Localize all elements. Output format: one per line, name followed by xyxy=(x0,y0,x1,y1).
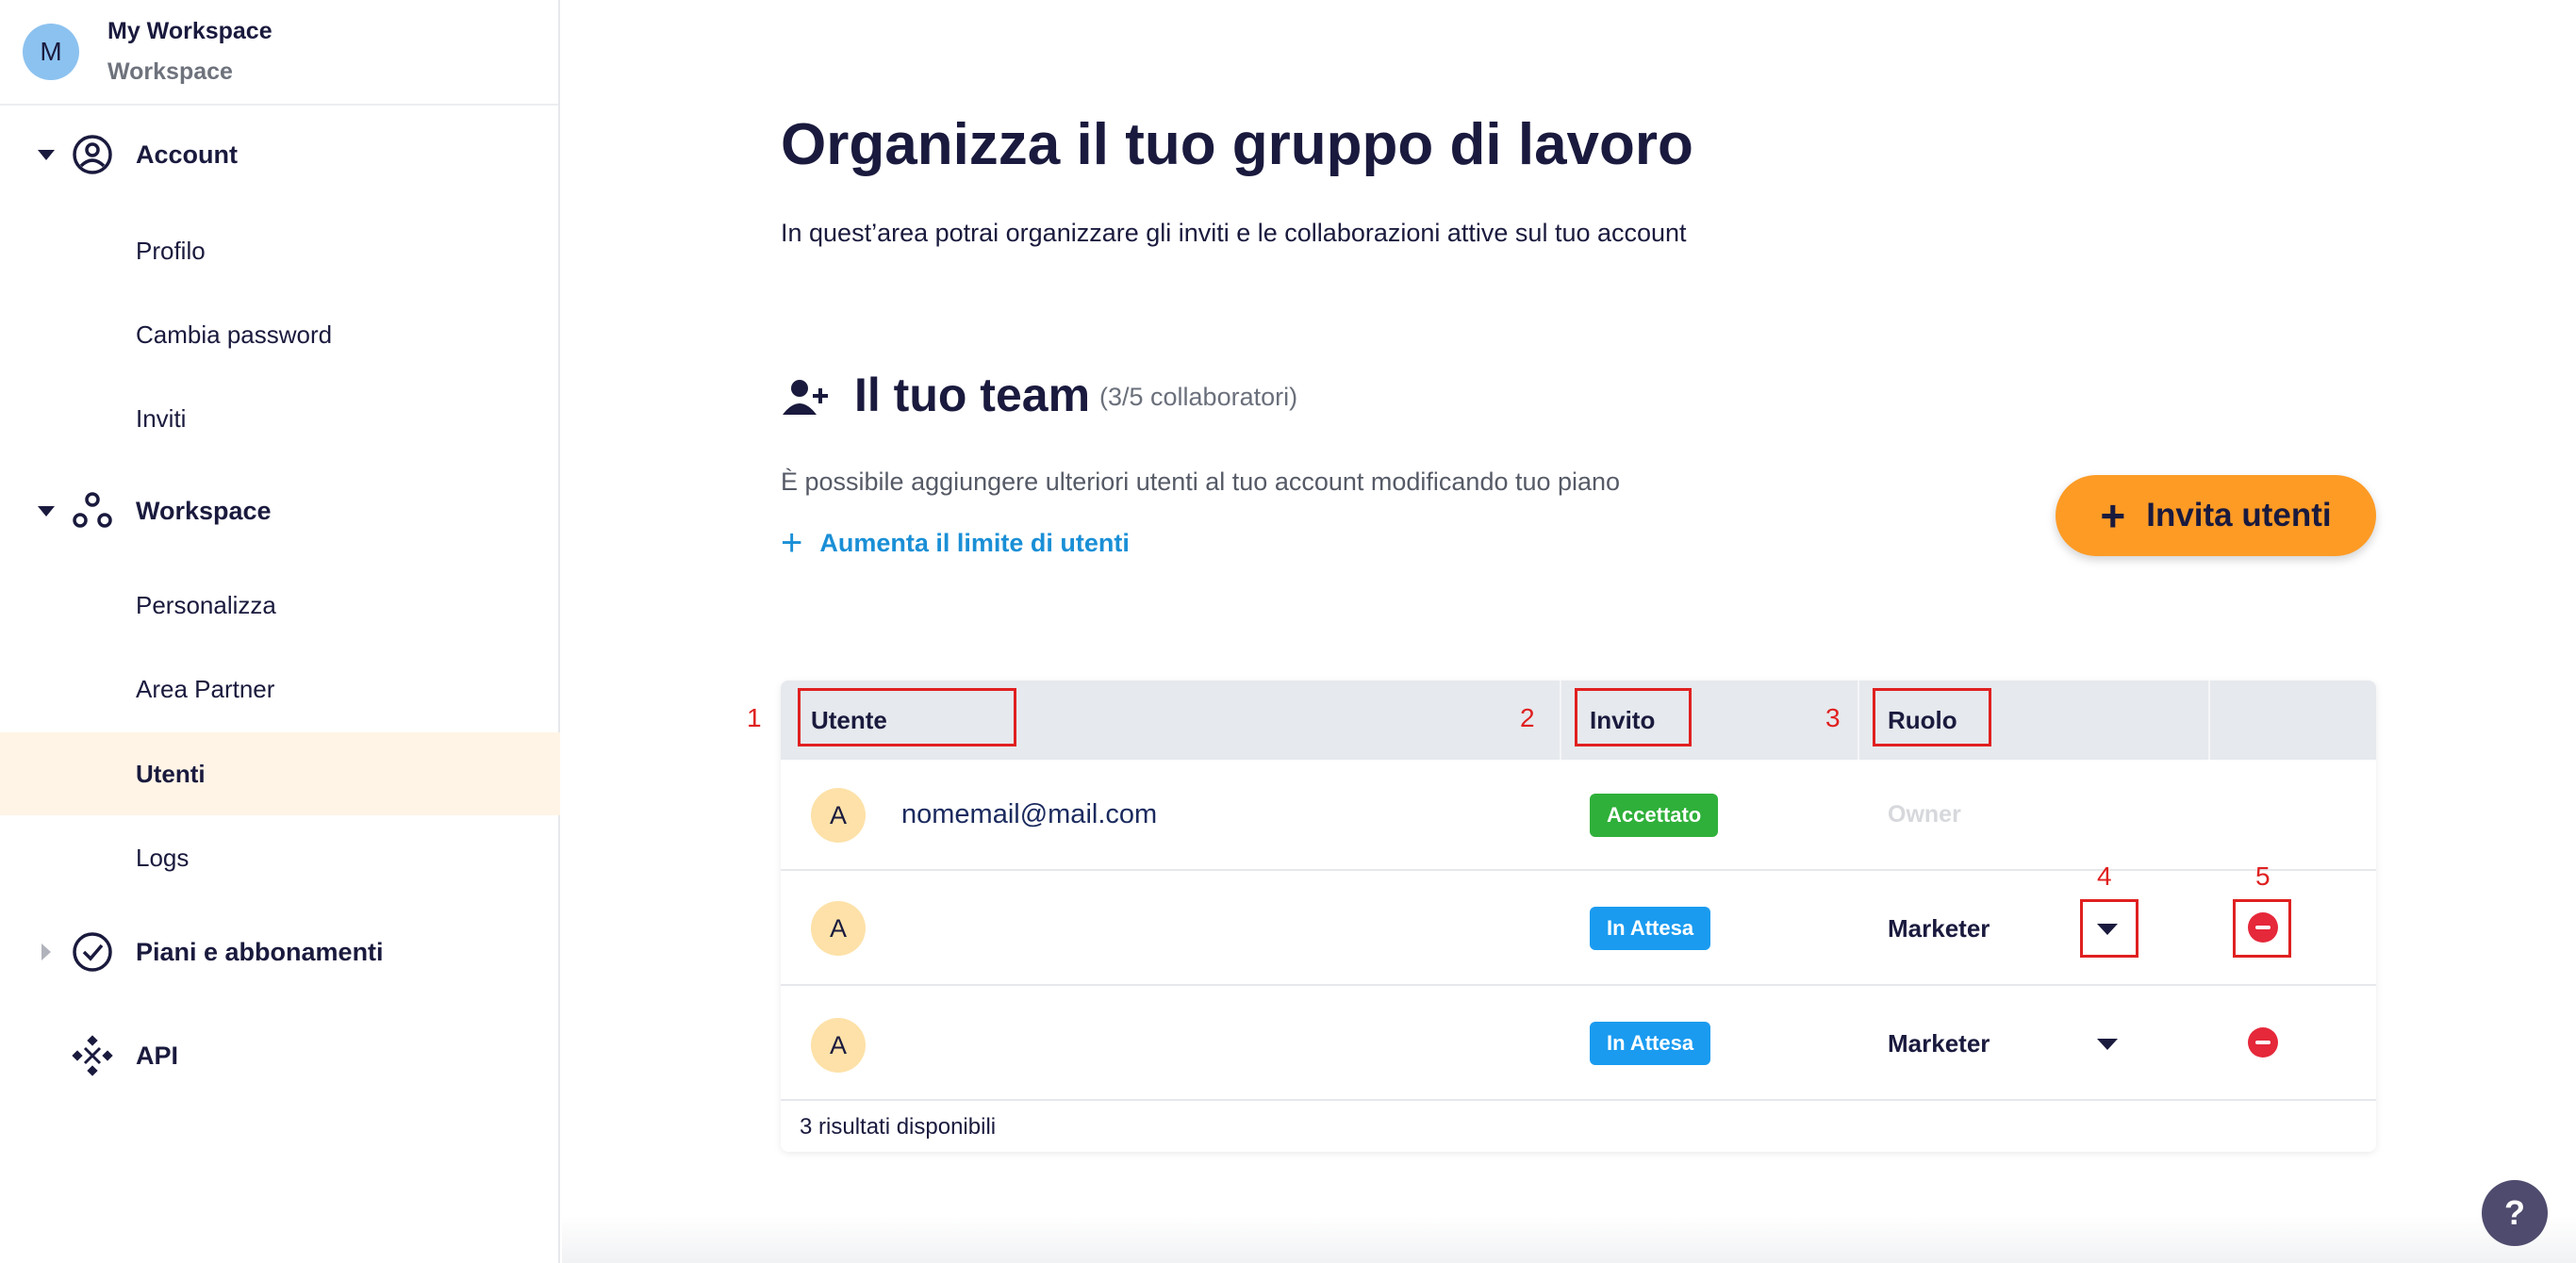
workspace-avatar: M xyxy=(23,24,79,80)
role-label: Owner xyxy=(1888,801,1961,828)
nav-item-label: Profilo xyxy=(136,236,206,265)
check-circle-icon xyxy=(73,932,112,972)
main-content: Organizza il tuo gruppo di lavoro In que… xyxy=(562,0,2576,1263)
invite-users-label: Invita utenti xyxy=(2146,497,2332,533)
add-user-icon xyxy=(783,380,828,415)
invite-users-button[interactable]: + Invita utenti xyxy=(2056,475,2376,556)
results-count: 3 risultati disponibili xyxy=(800,1114,997,1140)
annotation-box-remove xyxy=(2233,899,2291,958)
annotation-box-role xyxy=(1873,688,1991,746)
nav-item-label: Cambia password xyxy=(136,320,333,349)
user-circle-icon xyxy=(73,135,112,174)
avatar: A xyxy=(811,901,866,956)
page-title: Organizza il tuo gruppo di lavoro xyxy=(781,112,1693,177)
status-badge: Accettato xyxy=(1590,794,1719,837)
team-hint: È possibile aggiungere ulteriori utenti … xyxy=(781,467,1621,496)
annotation-marker-5: 5 xyxy=(2255,861,2271,891)
user-email: nomemail@mail.com xyxy=(901,799,1158,829)
help-button[interactable]: ? xyxy=(2482,1180,2548,1246)
nav-group-plans[interactable]: Piani e abbonamenti xyxy=(0,914,560,990)
page-description: In quest’area potrai organizzare gli inv… xyxy=(781,219,1687,247)
nav-item-personalizza[interactable]: Personalizza xyxy=(0,564,560,647)
nav-item-label: Area Partner xyxy=(136,674,275,703)
nav-item-label: Inviti xyxy=(136,403,187,433)
workspace-name: My Workspace xyxy=(107,18,272,44)
nav-group-account[interactable]: Account xyxy=(0,117,560,192)
nav-item-utenti[interactable]: Utenti xyxy=(0,732,560,815)
annotation-box-user xyxy=(798,688,1016,746)
team-title: Il tuo team xyxy=(854,369,1091,421)
nav-label-api: API xyxy=(136,1041,179,1070)
nav-group-api[interactable]: API xyxy=(0,1018,560,1093)
caret-right-icon xyxy=(41,943,51,960)
nav-item-cambia-password[interactable]: Cambia password xyxy=(0,293,560,376)
avatar: A xyxy=(811,1018,866,1073)
chevron-down-icon[interactable] xyxy=(2097,1039,2118,1050)
role-select[interactable]: Marketer xyxy=(1888,1029,1990,1058)
nav-item-inviti[interactable]: Inviti xyxy=(0,377,560,460)
nav-item-label: Personalizza xyxy=(136,590,276,619)
workspace-type: Workspace xyxy=(107,58,233,85)
remove-user-icon[interactable] xyxy=(2248,1027,2278,1058)
nav-item-profilo[interactable]: Profilo xyxy=(0,209,560,292)
annotation-box-role-dropdown xyxy=(2080,899,2138,958)
table-row: A In Attesa Marketer 4 5 xyxy=(781,861,2376,986)
nav-item-label: Utenti xyxy=(136,759,206,788)
nav-item-area-partner[interactable]: Area Partner xyxy=(0,648,560,730)
plus-icon: + xyxy=(2100,491,2126,540)
role-select[interactable]: Marketer xyxy=(1888,914,1990,943)
annotation-marker-1: 1 xyxy=(747,703,762,732)
annotation-marker-3: 3 xyxy=(1825,703,1841,732)
status-badge: In Attesa xyxy=(1590,1022,1711,1065)
nav-label-plans: Piani e abbonamenti xyxy=(136,937,384,966)
team-count: (3/5 collaboratori) xyxy=(1099,383,1298,411)
workspace-nodes-icon xyxy=(73,492,112,528)
nav-group-workspace[interactable]: Workspace xyxy=(0,473,560,549)
annotation-box-invite xyxy=(1575,688,1692,746)
increase-limit-link[interactable]: + Aumenta il limite di utenti xyxy=(781,524,1130,562)
users-table: Utente Invito Ruolo 2 3 A nomemail@mail.… xyxy=(781,681,2376,1152)
workspace-switcher[interactable]: M My Workspace Workspace xyxy=(0,0,558,106)
nav-item-logs[interactable]: Logs xyxy=(0,816,560,899)
nav-item-label: Logs xyxy=(136,843,190,872)
caret-down-icon xyxy=(38,505,55,517)
avatar: A xyxy=(811,788,866,843)
table-row: A In Attesa Marketer xyxy=(781,986,2376,1101)
nav-label-account: Account xyxy=(136,139,238,169)
bottom-fade xyxy=(562,1216,2576,1263)
api-icon xyxy=(72,1035,113,1076)
nav-label-workspace: Workspace xyxy=(136,496,272,525)
caret-down-icon xyxy=(38,149,55,160)
increase-limit-label: Aumenta il limite di utenti xyxy=(819,528,1130,557)
plus-icon: + xyxy=(781,522,803,564)
table-row: A nomemail@mail.com Accettato Owner xyxy=(781,760,2376,871)
annotation-marker-2: 2 xyxy=(1520,703,1535,732)
annotation-marker-4: 4 xyxy=(2097,861,2112,891)
status-badge: In Attesa xyxy=(1590,907,1711,950)
sidebar: M My Workspace Workspace Account Profilo… xyxy=(0,0,560,1263)
